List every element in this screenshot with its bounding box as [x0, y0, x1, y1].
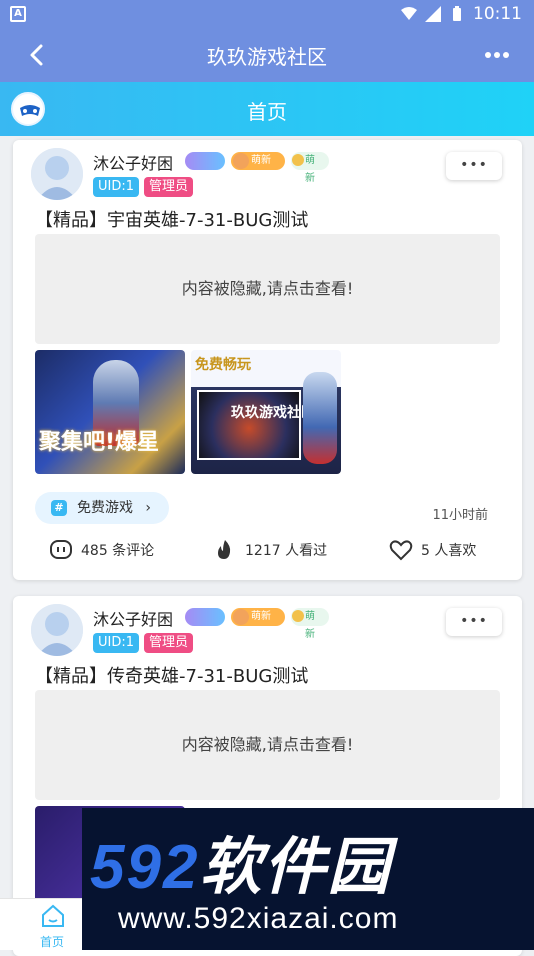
- avatar[interactable]: [31, 148, 83, 200]
- newbie-badge: 萌新: [231, 152, 285, 170]
- admin-tag: 管理员: [144, 177, 194, 197]
- avatar-image: [31, 604, 83, 656]
- fresh-badge: 萌新: [291, 152, 329, 184]
- post-menu-button[interactable]: •••: [446, 152, 502, 180]
- fresh-badge-label: 萌新: [305, 155, 315, 184]
- wifi-icon: [401, 7, 417, 20]
- bottom-nav: 首页: [0, 898, 82, 950]
- flame-icon: [218, 540, 231, 559]
- heart-icon: [389, 540, 413, 561]
- hash-icon: #: [51, 500, 67, 516]
- tab-header: 首页: [0, 82, 534, 136]
- watermark-text: 软件园: [199, 833, 392, 902]
- fresh-badge: 萌新: [291, 608, 329, 640]
- image-caption: 聚集吧!爆星: [39, 430, 160, 455]
- user-badges: 萌新 萌新: [185, 152, 329, 184]
- level-badge: [185, 152, 225, 170]
- dog-icon: [233, 153, 249, 169]
- user-tags: UID:1 管理员: [93, 177, 194, 197]
- level-badge: [185, 608, 225, 626]
- fresh-badge-label: 萌新: [305, 611, 315, 640]
- views-count: 1217 人看过: [245, 543, 328, 559]
- image-screenshot: [197, 390, 301, 460]
- app-title: 玖玖游戏社区: [207, 45, 327, 69]
- admin-tag: 管理员: [144, 633, 194, 653]
- user-tags: UID:1 管理员: [93, 633, 194, 653]
- image-banner-text: 免费畅玩: [195, 357, 251, 373]
- comments-stat[interactable]: 485 条评论: [49, 538, 154, 562]
- post-time: 11小时前: [432, 508, 488, 523]
- app-bar: 玖玖游戏社区: [0, 28, 534, 82]
- post-card[interactable]: 沐公子好困 萌新 萌新 UID:1 管理员 ••• 【精品】宇宙英雄-7-31-…: [13, 140, 522, 580]
- tab-title: 首页: [247, 100, 287, 124]
- post-title[interactable]: 【精品】传奇英雄-7-31-BUG测试: [35, 662, 308, 688]
- likes-count: 5 人喜欢: [421, 543, 477, 559]
- newbie-badge: 萌新: [231, 608, 285, 626]
- nav-home-label[interactable]: 首页: [40, 933, 64, 950]
- hidden-content-box[interactable]: 内容被隐藏,请点击查看!: [35, 690, 500, 800]
- home-icon[interactable]: [40, 903, 66, 929]
- views-stat: 1217 人看过: [213, 538, 327, 562]
- status-bar: A 10:11: [0, 0, 534, 28]
- fresh-icon: [292, 154, 304, 166]
- likes-stat[interactable]: 5 人喜欢: [389, 538, 476, 562]
- user-badges: 萌新 萌新: [185, 608, 329, 640]
- uid-tag: UID:1: [93, 177, 140, 197]
- comment-icon: [50, 540, 72, 559]
- username[interactable]: 沐公子好困: [93, 606, 173, 630]
- signal-icon: [425, 6, 441, 22]
- game-tag-button[interactable]: # 免费游戏 ›: [35, 492, 169, 524]
- game-tag-label: 免费游戏: [77, 500, 133, 516]
- battery-icon: [453, 6, 461, 21]
- chevron-right-icon: ›: [145, 500, 151, 516]
- avatar-image: [31, 148, 83, 200]
- uid-tag: UID:1: [93, 633, 140, 653]
- username[interactable]: 沐公子好困: [93, 150, 173, 174]
- notification-a-icon: A: [10, 6, 26, 22]
- post-image[interactable]: 免费畅玩 玖玖游戏社区: [191, 350, 341, 474]
- watermark-number: 592: [90, 833, 200, 902]
- status-right: 10:11: [401, 4, 522, 24]
- status-time: 10:11: [473, 4, 522, 24]
- hero-figure: [303, 372, 337, 464]
- watermark: 592软件园 www.592xiazai.com: [82, 808, 534, 950]
- post-menu-button[interactable]: •••: [446, 608, 502, 636]
- fresh-icon: [292, 610, 304, 622]
- newbie-badge-label: 萌新: [251, 155, 271, 166]
- post-title[interactable]: 【精品】宇宙英雄-7-31-BUG测试: [35, 206, 308, 232]
- dog-icon: [233, 609, 249, 625]
- hidden-content-box[interactable]: 内容被隐藏,请点击查看!: [35, 234, 500, 344]
- watermark-brand: 592软件园: [90, 816, 391, 906]
- post-stats: 485 条评论 1217 人看过 5 人喜欢: [13, 538, 522, 566]
- newbie-badge-label: 萌新: [251, 611, 271, 622]
- watermark-url: www.592xiazai.com: [118, 902, 399, 935]
- avatar[interactable]: [31, 604, 83, 656]
- more-options-icon[interactable]: [482, 42, 512, 68]
- comments-count: 485 条评论: [81, 543, 155, 559]
- post-image[interactable]: 聚集吧!爆星: [35, 350, 185, 474]
